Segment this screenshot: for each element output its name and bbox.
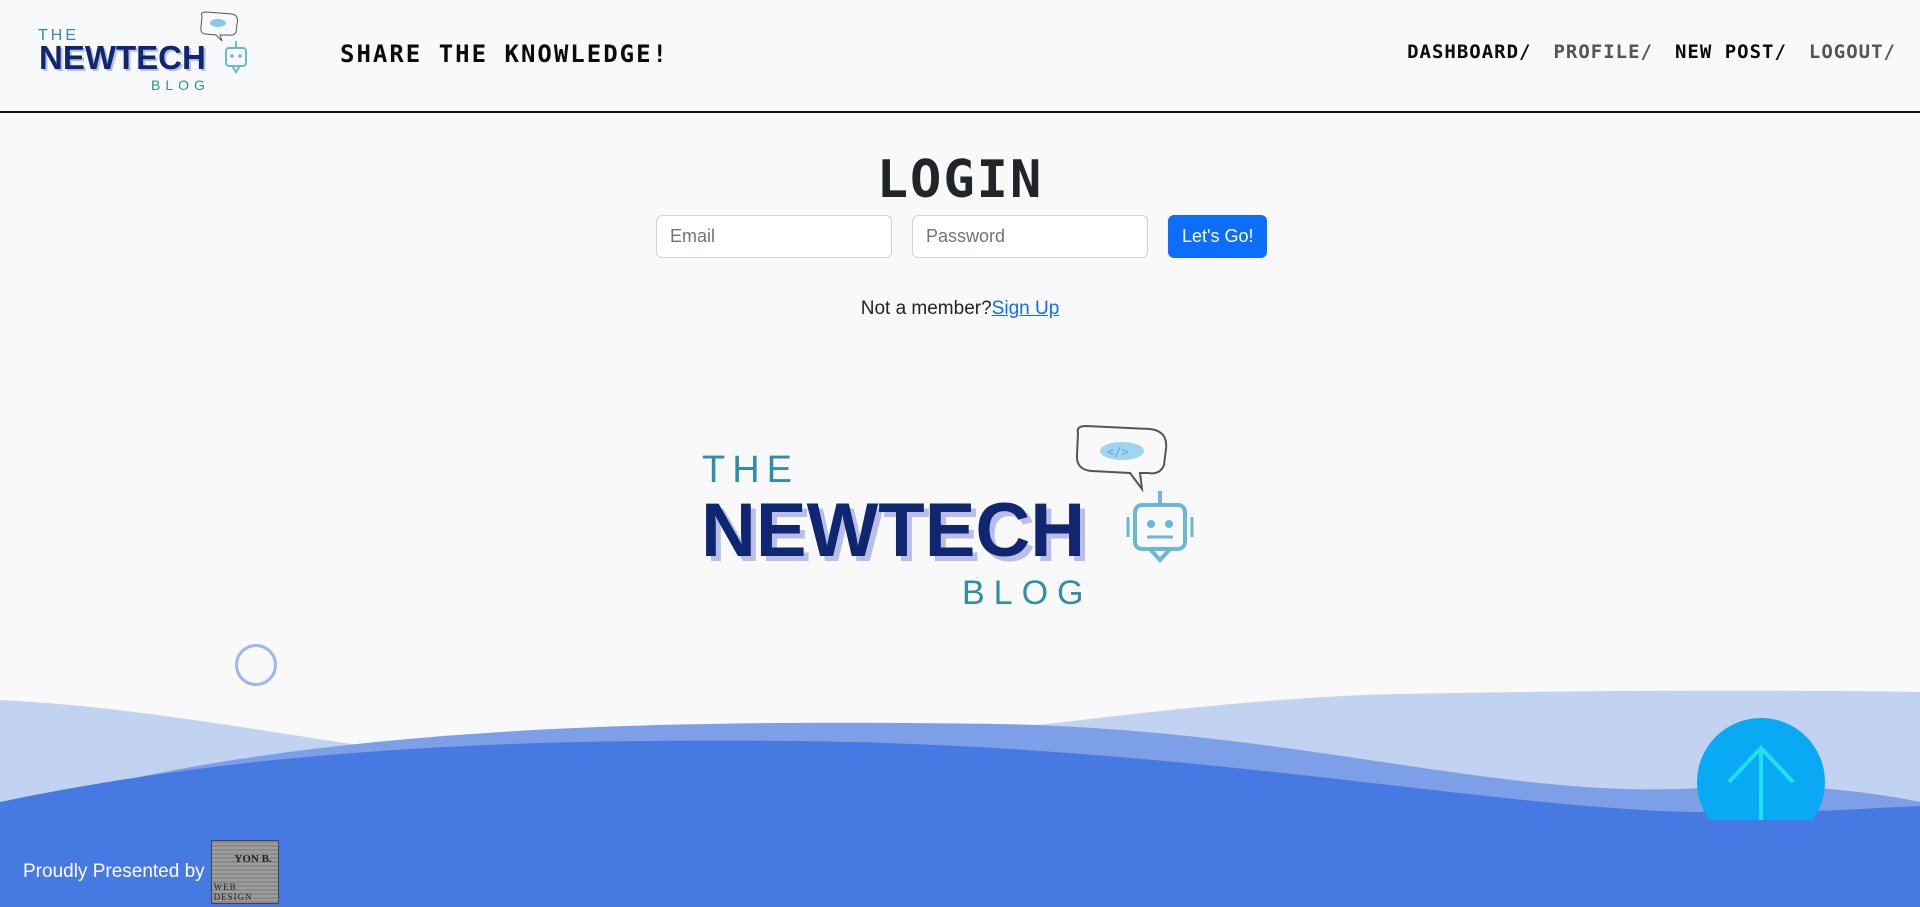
main-nav: DASHBOARD/ PROFILE/ NEW POST/ LOGOUT/ bbox=[1407, 41, 1896, 63]
login-submit-button[interactable]: Let's Go! bbox=[1168, 215, 1268, 258]
nav-dashboard[interactable]: DASHBOARD/ bbox=[1407, 41, 1531, 63]
signup-link[interactable]: Sign Up bbox=[992, 298, 1060, 319]
hero-logo: THE NEWTECH NEWTECH BLOG </> bbox=[701, 425, 1194, 612]
password-input[interactable] bbox=[912, 215, 1148, 258]
credit-text: Proudly Presented by bbox=[23, 861, 205, 882]
site-tagline: SHARE THE KNOWLEDGE! bbox=[340, 40, 669, 68]
nav-new-post[interactable]: NEW POST/ bbox=[1675, 41, 1787, 63]
arrow-up-icon bbox=[1727, 745, 1795, 820]
footer-credit: Proudly Presented by YON B. WEB DESIGN bbox=[23, 840, 279, 904]
header-logo[interactable]: THE NEWTECH NEWTECH BLOG bbox=[34, 10, 264, 94]
scroll-to-top-button[interactable] bbox=[1697, 718, 1825, 820]
svg-text:</>: </> bbox=[1107, 445, 1129, 459]
signup-prompt-text: Not a member? bbox=[860, 298, 992, 319]
badge-line-1: YON B. bbox=[234, 853, 272, 865]
signup-prompt: Not a member?Sign Up bbox=[0, 298, 1920, 320]
page-title: LOGIN bbox=[876, 150, 1044, 210]
email-input[interactable] bbox=[656, 215, 892, 258]
badge-line-2: WEB DESIGN bbox=[213, 882, 253, 902]
designer-badge[interactable]: YON B. WEB DESIGN bbox=[210, 840, 279, 904]
header-logo-blog: BLOG bbox=[151, 77, 210, 93]
robot-chat-icon: </> bbox=[1075, 425, 1194, 563]
hero-logo-name: NEWTECH bbox=[701, 488, 1085, 573]
nav-logout[interactable]: LOGOUT/ bbox=[1809, 41, 1896, 63]
footer-waves bbox=[0, 690, 1920, 907]
login-form: Let's Go! bbox=[656, 215, 1268, 258]
header-logo-name: NEWTECH bbox=[39, 39, 206, 76]
nav-profile[interactable]: PROFILE/ bbox=[1553, 41, 1653, 63]
site-header: THE NEWTECH NEWTECH BLOG SHARE THE KNOWL… bbox=[0, 0, 1920, 113]
hero-logo-the: THE bbox=[702, 449, 799, 491]
hero-logo-blog: BLOG bbox=[962, 574, 1092, 612]
